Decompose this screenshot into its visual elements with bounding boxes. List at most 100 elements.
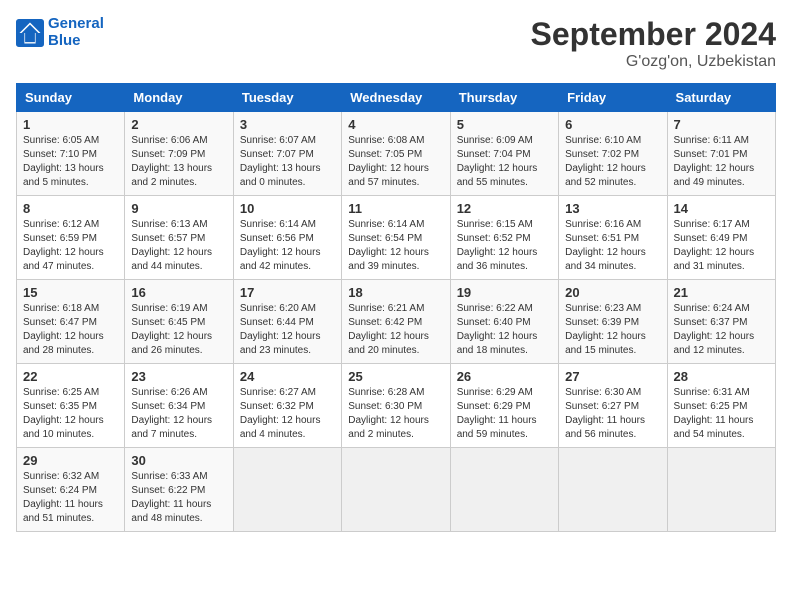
day-number: 10 <box>240 201 335 216</box>
day-number: 15 <box>23 285 118 300</box>
col-monday: Monday <box>125 84 233 112</box>
day-detail: Sunrise: 6:07 AMSunset: 7:07 PMDaylight:… <box>240 134 335 190</box>
day-detail: Sunrise: 6:20 AMSunset: 6:44 PMDaylight:… <box>240 302 335 358</box>
day-detail: Sunrise: 6:24 AMSunset: 6:37 PMDaylight:… <box>674 302 769 358</box>
page-header: General Blue September 2024 G'ozg'on, Uz… <box>16 16 776 71</box>
week-row-1: 1 Sunrise: 6:05 AMSunset: 7:10 PMDayligh… <box>17 112 776 196</box>
table-row: 5 Sunrise: 6:09 AMSunset: 7:04 PMDayligh… <box>450 112 558 196</box>
table-row: 24 Sunrise: 6:27 AMSunset: 6:32 PMDaylig… <box>233 364 341 448</box>
table-row: 13 Sunrise: 6:16 AMSunset: 6:51 PMDaylig… <box>559 196 667 280</box>
day-detail: Sunrise: 6:09 AMSunset: 7:04 PMDaylight:… <box>457 134 552 190</box>
day-detail: Sunrise: 6:32 AMSunset: 6:24 PMDaylight:… <box>23 470 118 526</box>
calendar-table: Sunday Monday Tuesday Wednesday Thursday… <box>16 83 776 532</box>
col-thursday: Thursday <box>450 84 558 112</box>
day-detail: Sunrise: 6:14 AMSunset: 6:54 PMDaylight:… <box>348 218 443 274</box>
day-detail: Sunrise: 6:25 AMSunset: 6:35 PMDaylight:… <box>23 386 118 442</box>
day-number: 30 <box>131 453 226 468</box>
calendar-header-row: Sunday Monday Tuesday Wednesday Thursday… <box>17 84 776 112</box>
table-row: 6 Sunrise: 6:10 AMSunset: 7:02 PMDayligh… <box>559 112 667 196</box>
day-detail: Sunrise: 6:30 AMSunset: 6:27 PMDaylight:… <box>565 386 660 442</box>
col-wednesday: Wednesday <box>342 84 450 112</box>
day-detail: Sunrise: 6:28 AMSunset: 6:30 PMDaylight:… <box>348 386 443 442</box>
day-detail: Sunrise: 6:05 AMSunset: 7:10 PMDaylight:… <box>23 134 118 190</box>
table-row: 17 Sunrise: 6:20 AMSunset: 6:44 PMDaylig… <box>233 280 341 364</box>
table-row: 30 Sunrise: 6:33 AMSunset: 6:22 PMDaylig… <box>125 448 233 532</box>
table-row: 21 Sunrise: 6:24 AMSunset: 6:37 PMDaylig… <box>667 280 775 364</box>
table-row: 4 Sunrise: 6:08 AMSunset: 7:05 PMDayligh… <box>342 112 450 196</box>
table-row: 20 Sunrise: 6:23 AMSunset: 6:39 PMDaylig… <box>559 280 667 364</box>
day-detail: Sunrise: 6:06 AMSunset: 7:09 PMDaylight:… <box>131 134 226 190</box>
week-row-2: 8 Sunrise: 6:12 AMSunset: 6:59 PMDayligh… <box>17 196 776 280</box>
day-number: 11 <box>348 201 443 216</box>
day-detail: Sunrise: 6:12 AMSunset: 6:59 PMDaylight:… <box>23 218 118 274</box>
table-row: 11 Sunrise: 6:14 AMSunset: 6:54 PMDaylig… <box>342 196 450 280</box>
day-detail: Sunrise: 6:21 AMSunset: 6:42 PMDaylight:… <box>348 302 443 358</box>
day-number: 6 <box>565 117 660 132</box>
week-row-3: 15 Sunrise: 6:18 AMSunset: 6:47 PMDaylig… <box>17 280 776 364</box>
day-number: 23 <box>131 369 226 384</box>
table-row: 15 Sunrise: 6:18 AMSunset: 6:47 PMDaylig… <box>17 280 125 364</box>
day-number: 5 <box>457 117 552 132</box>
day-detail: Sunrise: 6:22 AMSunset: 6:40 PMDaylight:… <box>457 302 552 358</box>
table-row: 8 Sunrise: 6:12 AMSunset: 6:59 PMDayligh… <box>17 196 125 280</box>
day-number: 17 <box>240 285 335 300</box>
table-row: 10 Sunrise: 6:14 AMSunset: 6:56 PMDaylig… <box>233 196 341 280</box>
day-detail: Sunrise: 6:10 AMSunset: 7:02 PMDaylight:… <box>565 134 660 190</box>
table-row: 9 Sunrise: 6:13 AMSunset: 6:57 PMDayligh… <box>125 196 233 280</box>
day-number: 16 <box>131 285 226 300</box>
empty-cell <box>450 448 558 532</box>
day-number: 19 <box>457 285 552 300</box>
day-detail: Sunrise: 6:29 AMSunset: 6:29 PMDaylight:… <box>457 386 552 442</box>
day-detail: Sunrise: 6:13 AMSunset: 6:57 PMDaylight:… <box>131 218 226 274</box>
day-number: 4 <box>348 117 443 132</box>
day-number: 12 <box>457 201 552 216</box>
table-row: 27 Sunrise: 6:30 AMSunset: 6:27 PMDaylig… <box>559 364 667 448</box>
table-row: 14 Sunrise: 6:17 AMSunset: 6:49 PMDaylig… <box>667 196 775 280</box>
table-row: 22 Sunrise: 6:25 AMSunset: 6:35 PMDaylig… <box>17 364 125 448</box>
day-detail: Sunrise: 6:33 AMSunset: 6:22 PMDaylight:… <box>131 470 226 526</box>
day-detail: Sunrise: 6:31 AMSunset: 6:25 PMDaylight:… <box>674 386 769 442</box>
empty-cell <box>233 448 341 532</box>
table-row: 25 Sunrise: 6:28 AMSunset: 6:30 PMDaylig… <box>342 364 450 448</box>
day-number: 1 <box>23 117 118 132</box>
day-detail: Sunrise: 6:23 AMSunset: 6:39 PMDaylight:… <box>565 302 660 358</box>
week-row-4: 22 Sunrise: 6:25 AMSunset: 6:35 PMDaylig… <box>17 364 776 448</box>
col-tuesday: Tuesday <box>233 84 341 112</box>
day-detail: Sunrise: 6:17 AMSunset: 6:49 PMDaylight:… <box>674 218 769 274</box>
day-detail: Sunrise: 6:08 AMSunset: 7:05 PMDaylight:… <box>348 134 443 190</box>
day-detail: Sunrise: 6:11 AMSunset: 7:01 PMDaylight:… <box>674 134 769 190</box>
day-detail: Sunrise: 6:14 AMSunset: 6:56 PMDaylight:… <box>240 218 335 274</box>
day-detail: Sunrise: 6:15 AMSunset: 6:52 PMDaylight:… <box>457 218 552 274</box>
location: G'ozg'on, Uzbekistan <box>531 53 776 71</box>
col-friday: Friday <box>559 84 667 112</box>
table-row: 2 Sunrise: 6:06 AMSunset: 7:09 PMDayligh… <box>125 112 233 196</box>
table-row: 3 Sunrise: 6:07 AMSunset: 7:07 PMDayligh… <box>233 112 341 196</box>
day-number: 14 <box>674 201 769 216</box>
day-number: 20 <box>565 285 660 300</box>
day-number: 25 <box>348 369 443 384</box>
day-number: 8 <box>23 201 118 216</box>
day-number: 29 <box>23 453 118 468</box>
day-detail: Sunrise: 6:26 AMSunset: 6:34 PMDaylight:… <box>131 386 226 442</box>
day-number: 13 <box>565 201 660 216</box>
day-number: 22 <box>23 369 118 384</box>
day-number: 24 <box>240 369 335 384</box>
table-row: 18 Sunrise: 6:21 AMSunset: 6:42 PMDaylig… <box>342 280 450 364</box>
table-row: 12 Sunrise: 6:15 AMSunset: 6:52 PMDaylig… <box>450 196 558 280</box>
day-number: 9 <box>131 201 226 216</box>
day-number: 3 <box>240 117 335 132</box>
title-block: September 2024 G'ozg'on, Uzbekistan <box>531 16 776 71</box>
table-row: 26 Sunrise: 6:29 AMSunset: 6:29 PMDaylig… <box>450 364 558 448</box>
week-row-5: 29 Sunrise: 6:32 AMSunset: 6:24 PMDaylig… <box>17 448 776 532</box>
empty-cell <box>667 448 775 532</box>
table-row: 28 Sunrise: 6:31 AMSunset: 6:25 PMDaylig… <box>667 364 775 448</box>
table-row: 7 Sunrise: 6:11 AMSunset: 7:01 PMDayligh… <box>667 112 775 196</box>
empty-cell <box>559 448 667 532</box>
day-detail: Sunrise: 6:18 AMSunset: 6:47 PMDaylight:… <box>23 302 118 358</box>
day-detail: Sunrise: 6:16 AMSunset: 6:51 PMDaylight:… <box>565 218 660 274</box>
col-saturday: Saturday <box>667 84 775 112</box>
table-row: 16 Sunrise: 6:19 AMSunset: 6:45 PMDaylig… <box>125 280 233 364</box>
day-number: 2 <box>131 117 226 132</box>
table-row: 1 Sunrise: 6:05 AMSunset: 7:10 PMDayligh… <box>17 112 125 196</box>
day-number: 26 <box>457 369 552 384</box>
